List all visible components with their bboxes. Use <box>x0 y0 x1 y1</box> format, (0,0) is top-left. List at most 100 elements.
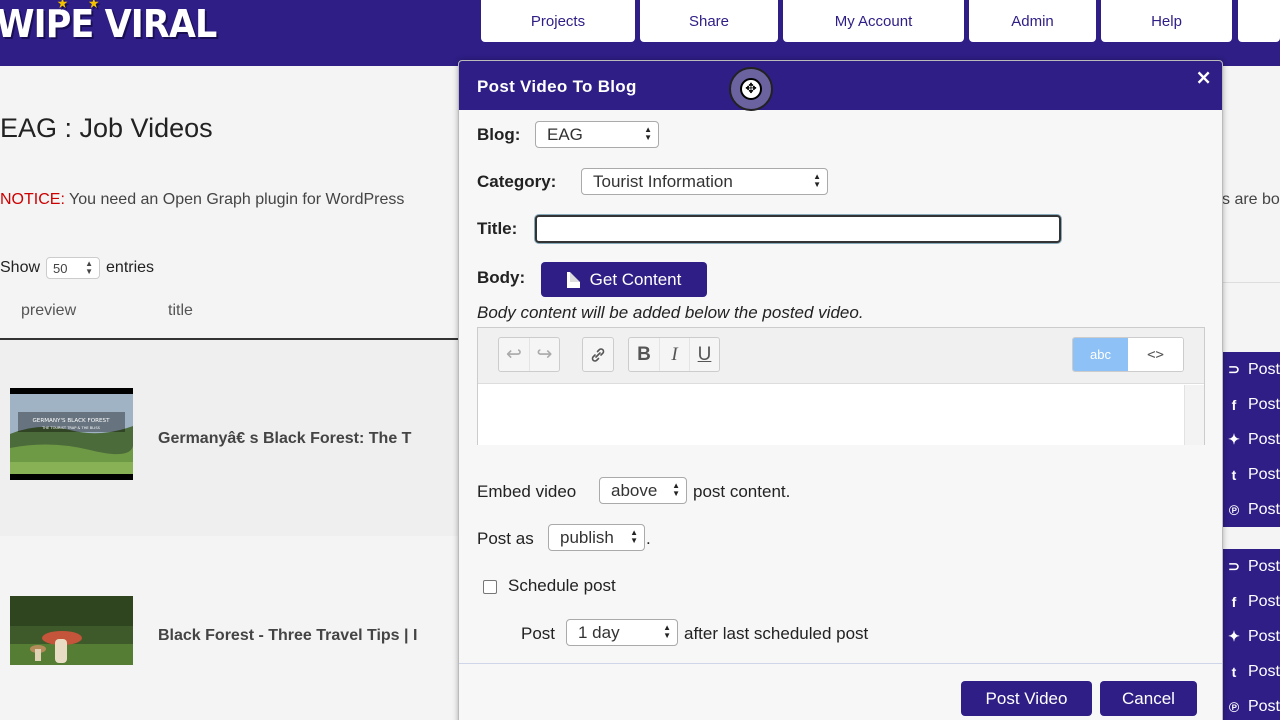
link-icon[interactable] <box>583 338 613 371</box>
select-arrows-icon: ▲ ▼ <box>672 481 680 498</box>
facebook-icon: f <box>1231 593 1237 610</box>
schedule-prefix: Post <box>521 624 556 643</box>
blog-select[interactable]: EAG ▲ ▼ <box>535 121 659 148</box>
twitter-icon: ✦ <box>1228 431 1240 447</box>
dialog-title: Post Video To Blog <box>477 77 637 96</box>
post-as-suffix: . <box>646 529 651 548</box>
rich-text-editor: ↩ ↪ B I U abc <> <box>477 327 1205 445</box>
post-label: Post <box>1247 662 1280 680</box>
post-video-dialog: Post Video To Blog ✥ × Blog: EAG ▲ ▼ Cate… <box>458 60 1223 720</box>
dialog-footer-divider <box>459 663 1222 664</box>
post-rss-button[interactable]: ⊃ Post <box>1222 549 1280 584</box>
schedule-post-label[interactable]: Schedule post <box>508 576 616 596</box>
show-entries-control: Show 50 ▲ ▼ entries <box>0 257 154 279</box>
post-pinterest-button[interactable]: ℗ Post <box>1222 689 1280 720</box>
video-title[interactable]: Germanyâ€ s Black Forest: The T <box>158 430 458 448</box>
post-twitter-button[interactable]: ✦ Post <box>1222 619 1280 654</box>
thumb-caption: GERMANY'S BLACK FOREST <box>32 418 110 424</box>
video-title[interactable]: Black Forest - Three Travel Tips | I <box>158 627 458 645</box>
nav-tab-projects[interactable]: Projects <box>481 0 635 42</box>
post-pinterest-button[interactable]: ℗ Post <box>1222 492 1280 527</box>
category-select-value: Tourist Information <box>593 171 733 191</box>
entries-label: entries <box>106 259 155 276</box>
facebook-icon: f <box>1231 396 1237 413</box>
forest-thumbnail-image: GERMANY'S BLACK FOREST THE TOURIST TRAP … <box>10 394 133 474</box>
embed-suffix: post content. <box>693 482 791 501</box>
editor-content-area[interactable] <box>478 385 1186 445</box>
redo-icon[interactable]: ↪ <box>529 338 559 371</box>
nav-tab-overflow[interactable] <box>1238 0 1280 42</box>
select-arrows-icon: ▲ ▼ <box>85 259 94 276</box>
entries-select[interactable]: 50 ▲ ▼ <box>46 257 101 279</box>
star-icon: ★ <box>56 0 69 12</box>
post-label: Post <box>1247 360 1280 378</box>
visual-mode-button[interactable]: abc <box>1073 338 1128 371</box>
link-glyph <box>591 347 605 362</box>
schedule-interval-select[interactable]: 1 day ▲ ▼ <box>566 619 678 646</box>
video-thumbnail[interactable]: GERMANY'S BLACK FOREST THE TOURIST TRAP … <box>10 388 133 480</box>
bold-icon[interactable]: B <box>629 338 659 371</box>
mushroom-thumbnail-image <box>10 596 133 665</box>
select-arrows-icon: ▲ ▼ <box>630 528 638 545</box>
undo-icon[interactable]: ↩ <box>499 338 529 371</box>
nav-tab-my-account[interactable]: My Account <box>783 0 964 42</box>
select-arrows-icon: ▲ ▼ <box>813 172 821 189</box>
body-hint: Body content will be added below the pos… <box>477 303 864 322</box>
cancel-button[interactable]: Cancel <box>1100 681 1197 716</box>
editor-scrollbar[interactable] <box>1184 385 1204 445</box>
social-post-column: ⊃ Post f Post ✦ Post t Post ℗ Post <box>1222 549 1280 720</box>
post-facebook-button[interactable]: f Post <box>1222 387 1280 422</box>
rss-icon: ⊃ <box>1228 361 1240 377</box>
blog-select-value: EAG <box>547 124 583 144</box>
post-twitter-button[interactable]: ✦ Post <box>1222 422 1280 457</box>
nav-tab-help[interactable]: Help <box>1101 0 1232 42</box>
notice-message: NOTICE: You need an Open Graph plugin fo… <box>0 191 404 209</box>
title-input[interactable] <box>535 215 1061 243</box>
document-icon <box>566 271 580 288</box>
nav-tab-share[interactable]: Share <box>640 0 778 42</box>
post-status-select[interactable]: publish ▲ ▼ <box>548 524 645 551</box>
post-label: Post <box>1247 465 1280 483</box>
column-header-preview[interactable]: preview <box>21 302 76 320</box>
close-icon[interactable]: × <box>1195 65 1212 89</box>
post-label: Post <box>1247 697 1280 715</box>
select-arrows-icon: ▲ ▼ <box>644 125 652 142</box>
column-header-title[interactable]: title <box>168 302 193 320</box>
embed-position-select[interactable]: above ▲ ▼ <box>599 477 687 504</box>
twitter-icon: ✦ <box>1228 628 1240 644</box>
post-facebook-button[interactable]: f Post <box>1222 584 1280 619</box>
code-mode-button[interactable]: <> <box>1128 338 1183 371</box>
thumb-subcaption: THE TOURIST TRAP & THE BLISS <box>41 426 101 430</box>
editor-mode-toggle: abc <> <box>1072 337 1184 372</box>
post-tumblr-button[interactable]: t Post <box>1222 457 1280 492</box>
post-rss-button[interactable]: ⊃ Post <box>1222 352 1280 387</box>
embed-prefix: Embed video <box>477 482 577 501</box>
get-content-button[interactable]: Get Content <box>541 262 707 297</box>
post-label: Post <box>1247 500 1280 518</box>
table-header-divider <box>1222 282 1280 283</box>
move-cursor-icon: ✥ <box>729 67 773 111</box>
category-select[interactable]: Tourist Information ▲ ▼ <box>581 168 828 195</box>
schedule-interval-value: 1 day <box>578 622 620 642</box>
video-thumbnail[interactable] <box>10 596 133 665</box>
underline-icon[interactable]: U <box>689 338 719 371</box>
pinterest-icon: ℗ <box>1228 698 1240 715</box>
format-button-group: B I U <box>628 337 720 372</box>
social-post-column: ⊃ Post f Post ✦ Post t Post ℗ Post <box>1222 352 1280 527</box>
history-button-group: ↩ ↪ <box>498 337 560 372</box>
post-tumblr-button[interactable]: t Post <box>1222 654 1280 689</box>
tumblr-icon: t <box>1231 466 1237 483</box>
dialog-header[interactable]: Post Video To Blog ✥ × <box>459 61 1222 111</box>
move-arrows-icon: ✥ <box>740 78 762 100</box>
category-label: Category: <box>477 172 557 191</box>
title-label: Title: <box>477 219 518 238</box>
star-icon: ★ <box>88 0 100 12</box>
nav-tab-admin[interactable]: Admin <box>969 0 1096 42</box>
italic-icon[interactable]: I <box>659 338 689 371</box>
blog-label: Blog: <box>477 125 521 144</box>
schedule-post-checkbox[interactable] <box>483 580 497 594</box>
post-video-button[interactable]: Post Video <box>961 681 1092 716</box>
notice-text-tail: s are bo <box>1222 191 1280 208</box>
post-as-prefix: Post as <box>477 529 534 548</box>
app-logo[interactable]: ★ ★ WIPE VIRAL <box>0 0 217 46</box>
